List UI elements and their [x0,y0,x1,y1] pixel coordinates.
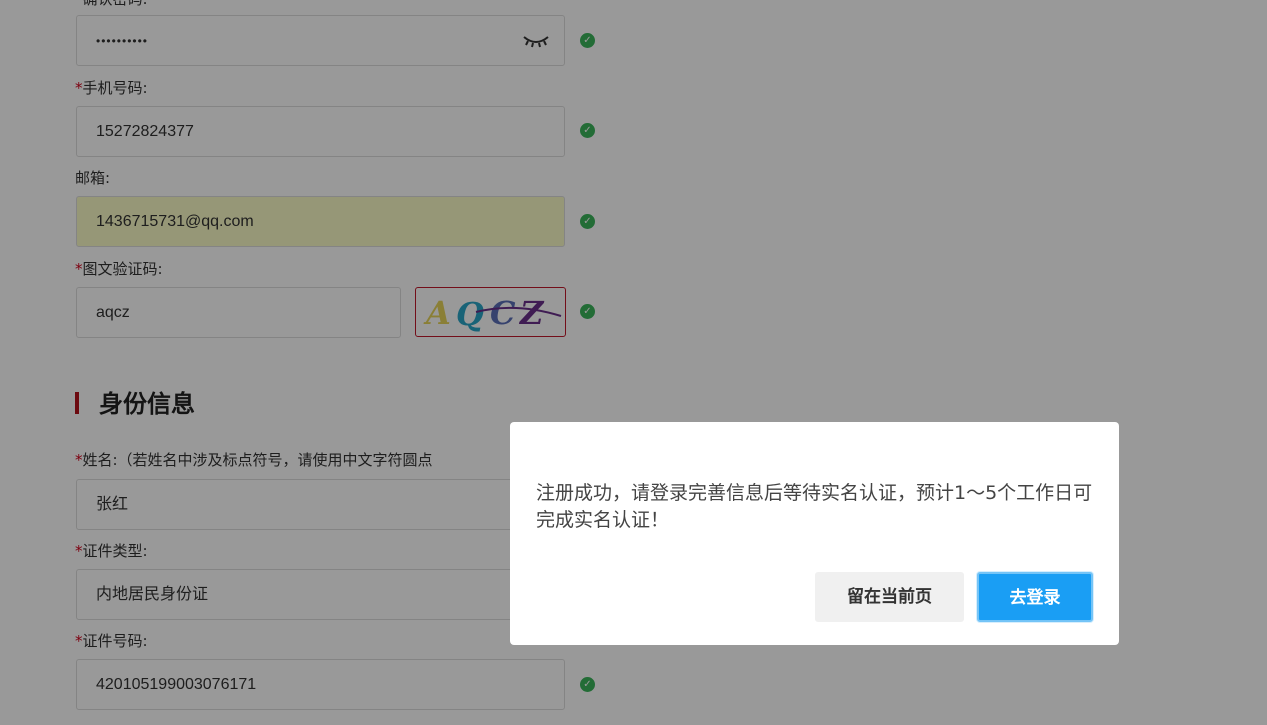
registration-success-dialog: 注册成功，请登录完善信息后等待实名认证，预计1～5个工作日可完成实名认证！ 留在… [510,422,1119,645]
dialog-message: 注册成功，请登录完善信息后等待实名认证，预计1～5个工作日可完成实名认证！ [536,482,1093,531]
stay-on-page-button[interactable]: 留在当前页 [815,572,964,622]
go-to-login-button[interactable]: 去登录 [977,572,1093,622]
